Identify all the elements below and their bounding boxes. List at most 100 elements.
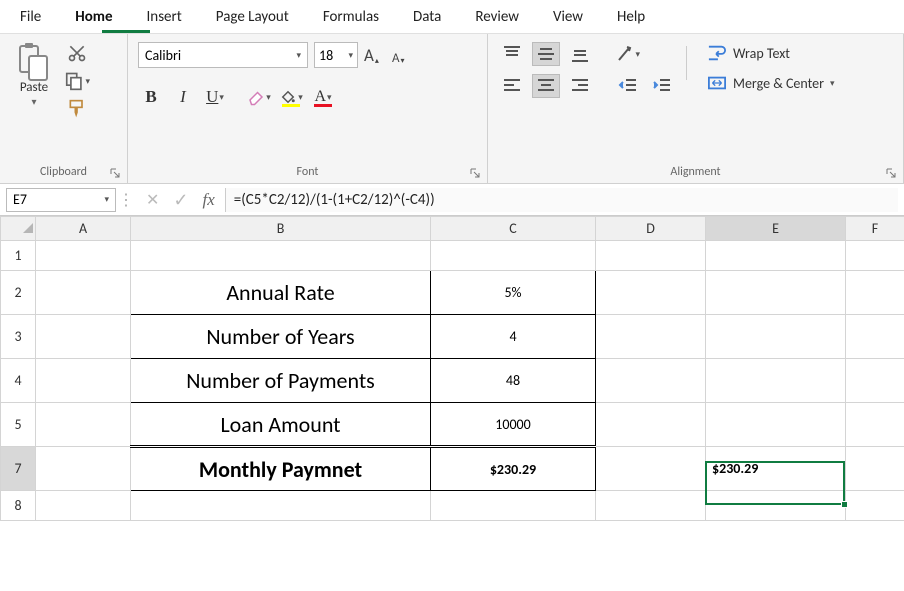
cell-F3[interactable]: [846, 315, 904, 359]
cell-E8[interactable]: [706, 491, 846, 521]
cell-D3[interactable]: [596, 315, 706, 359]
cell-C2[interactable]: 5%: [431, 271, 596, 315]
increase-font-button[interactable]: A▴: [364, 44, 386, 66]
font-name-select[interactable]: Calibri▾: [138, 42, 308, 68]
cell-B1[interactable]: [131, 241, 431, 271]
cell-D7[interactable]: [596, 447, 706, 491]
cell-F8[interactable]: [846, 491, 904, 521]
enter-formula-button[interactable]: ✓: [173, 189, 188, 211]
cell-A2[interactable]: [36, 271, 131, 315]
font-size-select[interactable]: 18▾: [314, 42, 358, 68]
clipboard-paste-icon: [17, 42, 51, 82]
clipboard-launcher[interactable]: [109, 165, 121, 177]
row-header-1[interactable]: 1: [1, 241, 36, 271]
cell-F1[interactable]: [846, 241, 904, 271]
wrap-text-button[interactable]: Wrap Text: [703, 42, 839, 64]
col-header-D[interactable]: D: [596, 217, 706, 241]
format-painter-button[interactable]: [64, 98, 90, 120]
fill-color-button[interactable]: ▾: [278, 84, 304, 110]
menu-insert[interactable]: Insert: [145, 4, 184, 30]
col-header-E[interactable]: E: [706, 217, 846, 241]
border-button[interactable]: ▾: [246, 84, 272, 110]
cell-A3[interactable]: [36, 315, 131, 359]
cell-D1[interactable]: [596, 241, 706, 271]
cell-A1[interactable]: [36, 241, 131, 271]
cell-C4[interactable]: 48: [431, 359, 596, 403]
cell-A4[interactable]: [36, 359, 131, 403]
cell-C1[interactable]: [431, 241, 596, 271]
col-header-A[interactable]: A: [36, 217, 131, 241]
cell-B2[interactable]: Annual Rate: [131, 271, 431, 315]
cancel-formula-button[interactable]: ✕: [146, 190, 159, 210]
cell-B4[interactable]: Number of Payments: [131, 359, 431, 403]
cell-A8[interactable]: [36, 491, 131, 521]
col-header-C[interactable]: C: [431, 217, 596, 241]
name-box[interactable]: E7 ▾: [6, 188, 116, 212]
cell-E5[interactable]: [706, 403, 846, 447]
cell-E1[interactable]: [706, 241, 846, 271]
paste-button[interactable]: Paste ▾: [10, 42, 58, 120]
menu-help[interactable]: Help: [615, 4, 647, 30]
row-header-8[interactable]: 8: [1, 491, 36, 521]
align-center-button[interactable]: [532, 74, 560, 98]
cell-A7[interactable]: [36, 447, 131, 491]
select-all-corner[interactable]: [1, 217, 36, 241]
align-right-button[interactable]: [566, 74, 594, 98]
cut-button[interactable]: [64, 42, 90, 64]
cell-E4[interactable]: [706, 359, 846, 403]
cell-D4[interactable]: [596, 359, 706, 403]
cell-D5[interactable]: [596, 403, 706, 447]
cell-F7[interactable]: [846, 447, 904, 491]
cell-B3[interactable]: Number of Years: [131, 315, 431, 359]
underline-button[interactable]: U▾: [202, 84, 228, 110]
menu-home[interactable]: Home: [73, 4, 114, 30]
row-header-5[interactable]: 5: [1, 403, 36, 447]
cell-C5[interactable]: 10000: [431, 403, 596, 447]
cell-B5[interactable]: Loan Amount: [131, 403, 431, 447]
font-color-button[interactable]: A▾: [310, 84, 336, 110]
row-header-7[interactable]: 7: [1, 447, 36, 491]
menu-file[interactable]: File: [18, 4, 43, 30]
cell-E2[interactable]: [706, 271, 846, 315]
menu-page-layout[interactable]: Page Layout: [214, 4, 291, 30]
cell-C8[interactable]: [431, 491, 596, 521]
cell-F2[interactable]: [846, 271, 904, 315]
menu-view[interactable]: View: [551, 4, 585, 30]
decrease-indent-button[interactable]: [614, 74, 642, 98]
cell-E3[interactable]: [706, 315, 846, 359]
italic-button[interactable]: I: [170, 84, 196, 110]
cell-F4[interactable]: [846, 359, 904, 403]
decrease-font-button[interactable]: A▾: [392, 44, 414, 66]
formula-input[interactable]: =(C5*C2/12)/(1-(1+C2/12)^(-C4)): [225, 188, 898, 212]
col-header-B[interactable]: B: [131, 217, 431, 241]
cell-D8[interactable]: [596, 491, 706, 521]
copy-button[interactable]: ▾: [64, 70, 90, 92]
cell-C7[interactable]: $230.29: [431, 447, 596, 491]
insert-function-button[interactable]: fx: [203, 190, 215, 210]
cell-C3[interactable]: 4: [431, 315, 596, 359]
row-header-2[interactable]: 2: [1, 271, 36, 315]
menu-review[interactable]: Review: [473, 4, 521, 30]
cell-B8[interactable]: [131, 491, 431, 521]
align-middle-button[interactable]: [532, 42, 560, 66]
cell-B7[interactable]: Monthly Paymnet: [131, 447, 431, 491]
col-header-F[interactable]: F: [846, 217, 904, 241]
cell-D2[interactable]: [596, 271, 706, 315]
align-bottom-button[interactable]: [566, 42, 594, 66]
menu-data[interactable]: Data: [411, 4, 443, 30]
row-header-4[interactable]: 4: [1, 359, 36, 403]
orientation-button[interactable]: ▾: [614, 42, 642, 66]
cell-F5[interactable]: [846, 403, 904, 447]
align-left-button[interactable]: [498, 74, 526, 98]
menu-formulas[interactable]: Formulas: [321, 4, 381, 30]
align-top-button[interactable]: [498, 42, 526, 66]
fill-handle[interactable]: [841, 501, 848, 508]
bold-button[interactable]: B: [138, 84, 164, 110]
cell-E7[interactable]: $230.29: [706, 447, 846, 491]
merge-center-button[interactable]: Merge & Center ▾: [703, 72, 839, 94]
font-launcher[interactable]: [469, 165, 481, 177]
row-header-3[interactable]: 3: [1, 315, 36, 359]
increase-indent-button[interactable]: [648, 74, 676, 98]
cell-A5[interactable]: [36, 403, 131, 447]
alignment-launcher[interactable]: [885, 165, 897, 177]
